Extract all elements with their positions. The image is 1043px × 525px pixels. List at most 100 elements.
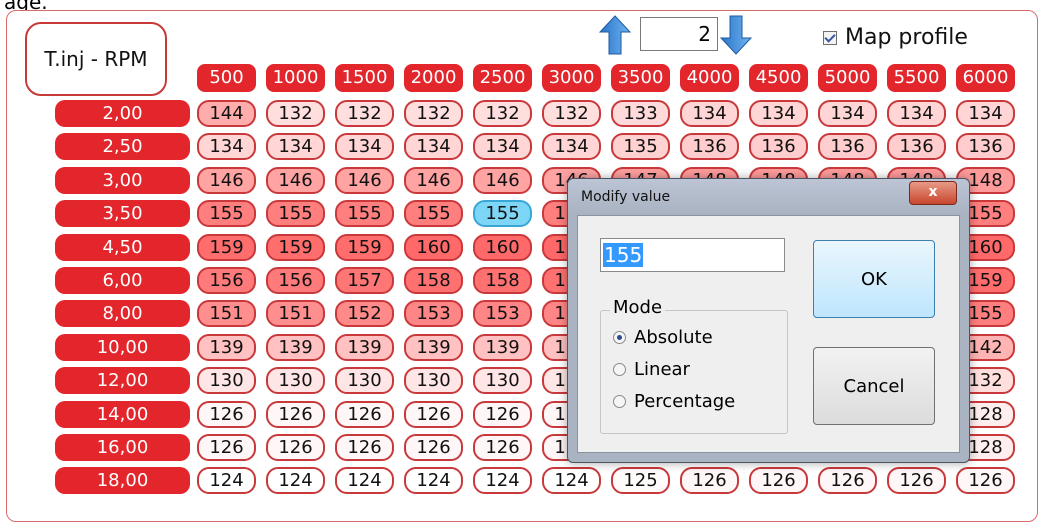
cancel-button[interactable]: Cancel bbox=[813, 347, 935, 425]
map-cell[interactable]: 124 bbox=[404, 467, 463, 494]
map-cell[interactable]: 159 bbox=[266, 234, 325, 261]
row-header-tinj[interactable]: 4,50 bbox=[55, 234, 190, 261]
map-cell[interactable]: 124 bbox=[335, 467, 394, 494]
map-cell[interactable]: 134 bbox=[749, 100, 808, 127]
map-cell[interactable]: 146 bbox=[335, 167, 394, 194]
map-cell[interactable]: 126 bbox=[335, 434, 394, 461]
close-button[interactable]: x bbox=[909, 181, 957, 205]
map-cell[interactable]: 126 bbox=[266, 434, 325, 461]
map-cell[interactable]: 132 bbox=[473, 100, 532, 127]
map-cell[interactable]: 139 bbox=[335, 334, 394, 361]
map-cell[interactable]: 139 bbox=[404, 334, 463, 361]
map-cell[interactable]: 130 bbox=[197, 367, 256, 394]
map-cell[interactable]: 159 bbox=[197, 234, 256, 261]
map-cell[interactable]: 156 bbox=[197, 267, 256, 294]
map-cell[interactable]: 126 bbox=[404, 401, 463, 428]
map-cell[interactable]: 152 bbox=[335, 300, 394, 327]
map-cell[interactable]: 132 bbox=[404, 100, 463, 127]
map-cell[interactable]: 155 bbox=[335, 200, 394, 227]
page-number-field[interactable]: 2 bbox=[640, 17, 718, 51]
column-header-rpm[interactable]: 4000 bbox=[680, 64, 739, 92]
map-cell[interactable]: 134 bbox=[473, 133, 532, 160]
row-header-tinj[interactable]: 6,00 bbox=[55, 267, 190, 294]
map-cell[interactable]: 125 bbox=[611, 467, 670, 494]
map-cell[interactable]: 136 bbox=[887, 133, 946, 160]
column-header-rpm[interactable]: 3500 bbox=[611, 64, 670, 92]
map-cell[interactable]: 126 bbox=[335, 401, 394, 428]
row-header-tinj[interactable]: 18,00 bbox=[55, 467, 190, 494]
map-cell[interactable]: 132 bbox=[266, 100, 325, 127]
map-cell[interactable]: 135 bbox=[611, 133, 670, 160]
map-profile-toggle[interactable]: Map profile bbox=[823, 25, 968, 50]
map-cell[interactable]: 124 bbox=[542, 467, 601, 494]
column-header-rpm[interactable]: 2000 bbox=[404, 64, 463, 92]
mode-option-absolute[interactable]: Absolute bbox=[613, 327, 713, 348]
map-cell[interactable]: 130 bbox=[266, 367, 325, 394]
map-cell[interactable]: 130 bbox=[404, 367, 463, 394]
map-cell[interactable]: 126 bbox=[473, 434, 532, 461]
arrow-down-icon[interactable] bbox=[720, 14, 752, 56]
arrow-up-icon[interactable] bbox=[599, 14, 631, 56]
map-cell[interactable]: 134 bbox=[887, 100, 946, 127]
radio-absolute[interactable] bbox=[613, 331, 626, 344]
row-header-tinj[interactable]: 2,00 bbox=[55, 100, 190, 127]
map-cell[interactable]: 134 bbox=[404, 133, 463, 160]
row-header-tinj[interactable]: 2,50 bbox=[55, 133, 190, 160]
map-profile-checkbox[interactable] bbox=[823, 30, 837, 45]
map-cell[interactable]: 130 bbox=[335, 367, 394, 394]
map-cell[interactable]: 158 bbox=[404, 267, 463, 294]
map-cell[interactable]: 139 bbox=[266, 334, 325, 361]
map-cell[interactable]: 144 bbox=[197, 100, 256, 127]
map-cell[interactable]: 132 bbox=[542, 100, 601, 127]
map-cell[interactable]: 160 bbox=[473, 234, 532, 261]
map-cell[interactable]: 151 bbox=[197, 300, 256, 327]
mode-option-linear[interactable]: Linear bbox=[613, 359, 690, 380]
column-header-rpm[interactable]: 1000 bbox=[266, 64, 325, 92]
map-cell[interactable]: 136 bbox=[749, 133, 808, 160]
map-cell[interactable]: 155 bbox=[404, 200, 463, 227]
map-cell[interactable]: 146 bbox=[266, 167, 325, 194]
column-header-rpm[interactable]: 3000 bbox=[542, 64, 601, 92]
map-cell[interactable]: 126 bbox=[749, 467, 808, 494]
map-cell[interactable]: 156 bbox=[266, 267, 325, 294]
map-cell[interactable]: 136 bbox=[818, 133, 877, 160]
map-cell[interactable]: 146 bbox=[473, 167, 532, 194]
map-cell[interactable]: 124 bbox=[266, 467, 325, 494]
map-cell[interactable]: 132 bbox=[335, 100, 394, 127]
map-cell[interactable]: 134 bbox=[266, 133, 325, 160]
row-header-tinj[interactable]: 3,00 bbox=[55, 167, 190, 194]
map-cell[interactable]: 133 bbox=[611, 100, 670, 127]
map-cell[interactable]: 158 bbox=[473, 267, 532, 294]
dialog-titlebar[interactable]: Modify value x bbox=[568, 179, 969, 215]
row-header-tinj[interactable]: 10,00 bbox=[55, 334, 190, 361]
map-cell[interactable]: 124 bbox=[197, 467, 256, 494]
map-cell[interactable]: 155 bbox=[266, 200, 325, 227]
map-cell[interactable]: 126 bbox=[887, 467, 946, 494]
column-header-rpm[interactable]: 500 bbox=[197, 64, 256, 92]
map-cell[interactable]: 159 bbox=[335, 234, 394, 261]
map-cell[interactable]: 126 bbox=[197, 434, 256, 461]
map-cell[interactable]: 126 bbox=[818, 467, 877, 494]
row-header-tinj[interactable]: 3,50 bbox=[55, 200, 190, 227]
map-cell[interactable]: 134 bbox=[818, 100, 877, 127]
map-cell[interactable]: 126 bbox=[197, 401, 256, 428]
map-cell[interactable]: 134 bbox=[197, 133, 256, 160]
map-cell[interactable]: 136 bbox=[956, 133, 1015, 160]
value-input[interactable]: 155 bbox=[600, 238, 785, 272]
map-cell[interactable]: 151 bbox=[266, 300, 325, 327]
map-cell[interactable]: 134 bbox=[335, 133, 394, 160]
row-header-tinj[interactable]: 8,00 bbox=[55, 300, 190, 327]
row-header-tinj[interactable]: 16,00 bbox=[55, 434, 190, 461]
map-cell[interactable]: 146 bbox=[404, 167, 463, 194]
radio-percentage[interactable] bbox=[613, 395, 626, 408]
map-cell[interactable]: 124 bbox=[473, 467, 532, 494]
column-header-rpm[interactable]: 6000 bbox=[956, 64, 1015, 92]
row-header-tinj[interactable]: 14,00 bbox=[55, 401, 190, 428]
mode-option-percentage[interactable]: Percentage bbox=[613, 391, 735, 412]
map-cell[interactable]: 139 bbox=[197, 334, 256, 361]
map-cell[interactable]: 126 bbox=[473, 401, 532, 428]
map-cell[interactable]: 126 bbox=[680, 467, 739, 494]
map-cell[interactable]: 155 bbox=[197, 200, 256, 227]
column-header-rpm[interactable]: 5500 bbox=[887, 64, 946, 92]
map-cell[interactable]: 136 bbox=[680, 133, 739, 160]
